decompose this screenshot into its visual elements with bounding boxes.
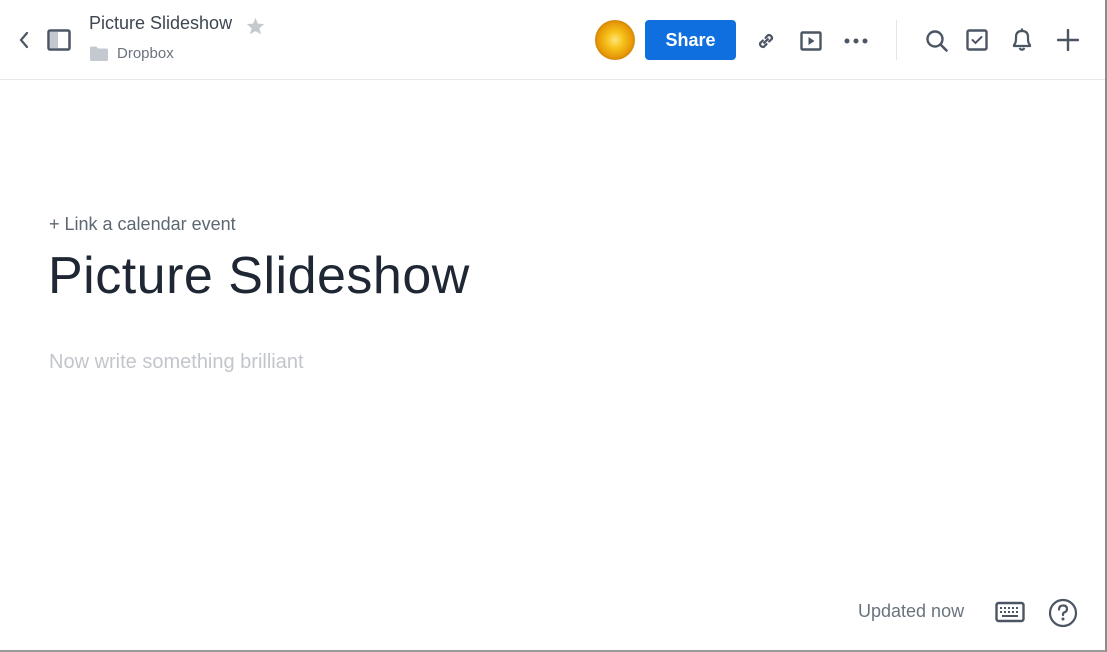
toolbar-divider <box>896 20 897 60</box>
breadcrumb-folder <box>90 46 108 66</box>
help-icon <box>1048 598 1078 628</box>
more-icon <box>844 38 868 44</box>
document-title[interactable]: Picture Slideshow <box>89 13 232 34</box>
star-button[interactable] <box>245 16 265 36</box>
plus-icon <box>1057 29 1079 51</box>
present-icon <box>800 31 822 51</box>
search-icon <box>926 30 948 52</box>
search-button[interactable] <box>923 27 951 55</box>
notifications-button[interactable] <box>1009 26 1035 54</box>
back-button[interactable] <box>14 28 34 52</box>
create-new-button[interactable] <box>1055 27 1081 53</box>
tasks-icon <box>966 29 988 51</box>
copy-link-button[interactable] <box>753 28 779 54</box>
help-button[interactable] <box>1047 597 1079 629</box>
keyboard-icon <box>995 601 1025 623</box>
folder-icon <box>90 46 108 61</box>
document-body-editor[interactable]: Now write something brilliant <box>49 351 304 374</box>
sidebar-toggle-icon <box>47 29 71 51</box>
link-calendar-event[interactable]: + Link a calendar event <box>49 214 236 235</box>
more-options-button[interactable] <box>842 28 870 54</box>
link-icon <box>758 33 774 49</box>
present-button[interactable] <box>798 28 824 54</box>
star-icon <box>246 17 264 35</box>
breadcrumb-folder-name[interactable]: Dropbox <box>117 45 174 62</box>
chevron-left-icon <box>19 31 29 49</box>
save-status: Updated now <box>858 601 965 621</box>
share-button[interactable]: Share <box>645 20 736 60</box>
bell-icon <box>1012 28 1032 51</box>
keyboard-shortcuts-button[interactable] <box>994 600 1026 624</box>
document-heading[interactable]: Picture Slideshow <box>48 246 470 306</box>
sidebar-toggle-button[interactable] <box>46 27 72 53</box>
app-frame <box>0 0 1107 652</box>
tasks-button[interactable] <box>964 27 990 53</box>
top-bar: Picture Slideshow Dropbox Share <box>0 0 1105 80</box>
user-avatar[interactable] <box>595 20 635 60</box>
